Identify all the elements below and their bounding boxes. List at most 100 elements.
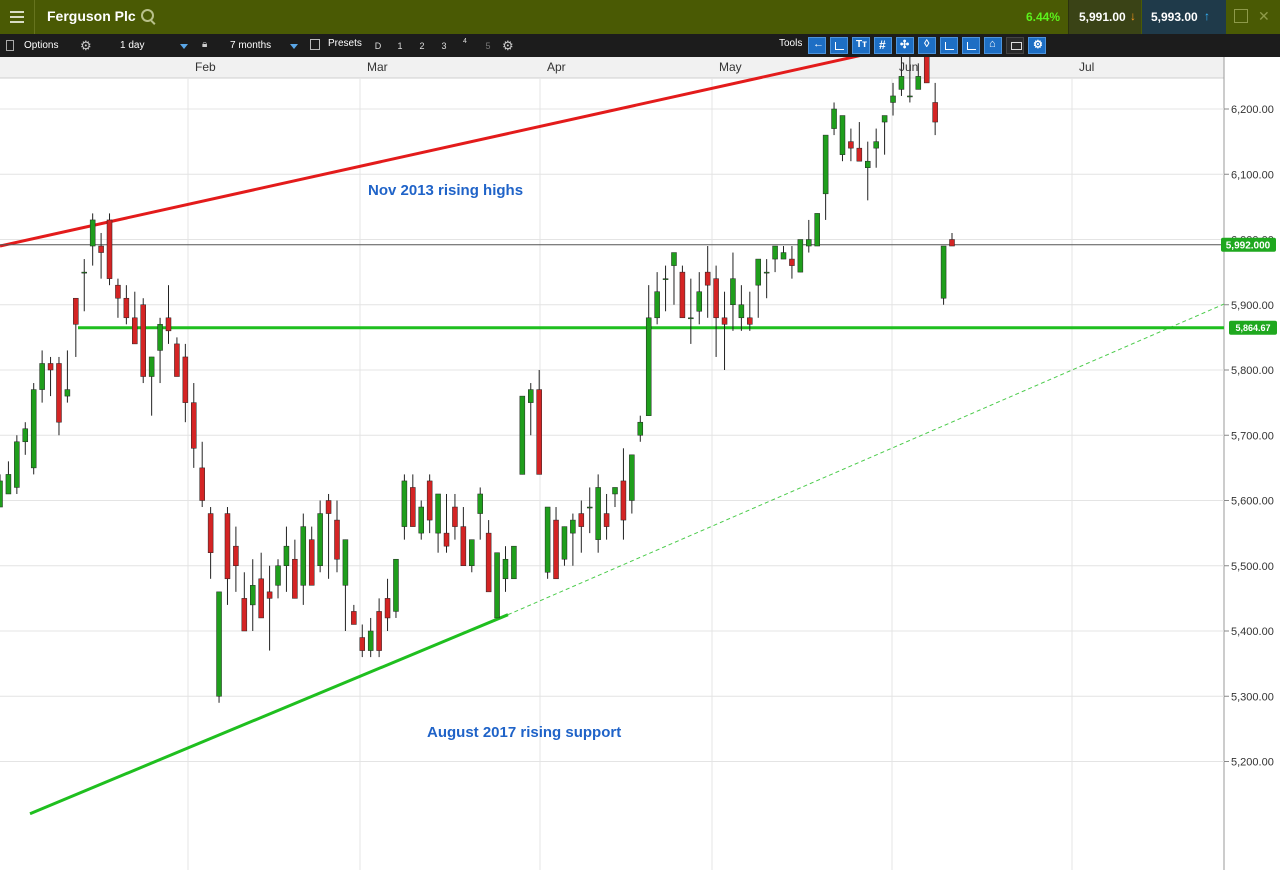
candle-body bbox=[148, 356, 155, 377]
options-doc-icon bbox=[6, 40, 14, 51]
tick-label: 6,100.00 bbox=[1231, 169, 1274, 181]
candle-body bbox=[317, 513, 323, 566]
candle-body bbox=[645, 317, 652, 416]
candle-body bbox=[688, 317, 694, 320]
options-gear-icon[interactable]: ⚙ bbox=[80, 38, 92, 54]
period-chevron-down-icon[interactable] bbox=[290, 44, 298, 49]
sell-button[interactable]: 5,991.00 ↓ bbox=[1068, 0, 1141, 34]
candle-body bbox=[806, 239, 812, 247]
candle-tool-icon[interactable]: ◊ bbox=[918, 37, 936, 54]
search-icon[interactable] bbox=[141, 9, 154, 22]
month-label: Jul bbox=[1079, 60, 1094, 74]
price-chart[interactable]: 5,200.00 5,300.00 5,400.00 5,500.00 5,600.00… bbox=[0, 57, 1280, 870]
tools-label: Tools bbox=[779, 38, 803, 49]
presets-gear-icon[interactable]: ⚙ bbox=[502, 38, 514, 54]
buy-arrow-icon: ↑ bbox=[1204, 9, 1210, 23]
candle-body bbox=[384, 598, 391, 619]
candle-body bbox=[47, 363, 54, 371]
candle-body bbox=[915, 76, 922, 90]
preset-d[interactable]: D bbox=[372, 38, 384, 53]
candle-body bbox=[334, 519, 340, 560]
preset-4[interactable]: 4 bbox=[459, 34, 471, 49]
options-button[interactable]: Options bbox=[24, 40, 58, 51]
candle-body bbox=[822, 134, 829, 195]
candle-body bbox=[679, 271, 686, 319]
candle-body bbox=[586, 506, 593, 509]
candle-body bbox=[393, 558, 399, 612]
candle-body bbox=[325, 500, 332, 514]
candle-body bbox=[22, 428, 29, 443]
candle-body bbox=[283, 545, 290, 566]
preset-1[interactable]: 1 bbox=[394, 38, 406, 53]
change-percent: 6.44% bbox=[1025, 10, 1060, 24]
text-tool-icon[interactable]: Tт bbox=[852, 37, 870, 54]
candle-body bbox=[207, 513, 214, 553]
candle-body bbox=[865, 160, 871, 168]
candle-body bbox=[73, 297, 79, 325]
grid-tool-icon[interactable]: # bbox=[874, 37, 892, 54]
preset-3[interactable]: 3 bbox=[438, 38, 450, 53]
candle-body bbox=[308, 539, 315, 586]
candle-body bbox=[249, 585, 256, 606]
month-label: Apr bbox=[547, 60, 566, 74]
print-icon[interactable] bbox=[1006, 37, 1024, 54]
candle-body bbox=[637, 421, 644, 436]
candle-body bbox=[443, 532, 450, 547]
candle-body bbox=[351, 611, 357, 625]
chart-toolbar: Options ⚙ 1 day 🔒︎ 7 months Presets D 1 … bbox=[0, 34, 1280, 57]
preset-2[interactable]: 2 bbox=[416, 38, 428, 53]
settings-tool-icon[interactable]: ⚙ bbox=[1028, 37, 1046, 54]
calendar-icon[interactable] bbox=[310, 39, 320, 50]
chart-background bbox=[0, 57, 1280, 870]
compare-tool-icon[interactable] bbox=[940, 37, 958, 54]
candle-body bbox=[258, 578, 264, 619]
candle-body bbox=[199, 467, 205, 501]
candle-body bbox=[401, 480, 408, 527]
candle-body bbox=[485, 532, 492, 593]
close-icon[interactable]: ✕ bbox=[1258, 8, 1270, 24]
candle-body bbox=[881, 115, 888, 123]
candle-body bbox=[5, 474, 12, 495]
candle-body bbox=[696, 291, 703, 312]
candle-body bbox=[56, 363, 62, 423]
month-label: Mar bbox=[367, 60, 388, 74]
curve-tool-icon[interactable] bbox=[830, 37, 848, 54]
candle-body bbox=[81, 271, 87, 274]
interval-select[interactable]: 1 day bbox=[120, 40, 144, 51]
candle-body bbox=[0, 480, 3, 508]
candle-body bbox=[940, 245, 947, 299]
crosshair-tool-icon[interactable]: ✣ bbox=[896, 37, 914, 54]
candle-body bbox=[949, 239, 955, 247]
buy-price: 5,993.00 bbox=[1151, 10, 1198, 24]
candle-body bbox=[856, 147, 863, 162]
candle-body bbox=[14, 441, 20, 488]
candle-body bbox=[233, 545, 239, 566]
candle-body bbox=[780, 252, 787, 260]
candle-body bbox=[553, 519, 559, 580]
interval-chevron-down-icon[interactable] bbox=[180, 44, 188, 49]
candle-body bbox=[502, 558, 509, 580]
fibonacci-tool-icon[interactable] bbox=[962, 37, 980, 54]
period-select[interactable]: 7 months bbox=[230, 40, 271, 51]
back-arrow-icon[interactable]: ← bbox=[808, 37, 826, 54]
candle-body bbox=[469, 539, 475, 566]
menu-icon[interactable] bbox=[0, 0, 35, 34]
candle-body bbox=[174, 343, 180, 377]
candle-body bbox=[216, 591, 222, 697]
candle-body bbox=[132, 317, 138, 345]
candle-body bbox=[359, 637, 366, 651]
candle-body bbox=[275, 565, 281, 586]
candle-body bbox=[738, 304, 745, 319]
candle-body bbox=[923, 57, 930, 84]
month-label: Feb bbox=[195, 60, 216, 74]
tick-label: 5,200.00 bbox=[1231, 757, 1274, 769]
candle-body bbox=[98, 245, 104, 253]
buy-button[interactable]: 5,993.00 ↑ bbox=[1142, 0, 1226, 34]
label-tool-icon[interactable]: ⌂ bbox=[984, 37, 1002, 54]
candle-body bbox=[730, 278, 736, 305]
lock-icon[interactable]: 🔒︎ bbox=[202, 39, 207, 50]
minimize-icon[interactable] bbox=[1234, 9, 1248, 23]
candle-body bbox=[460, 526, 467, 567]
candle-body bbox=[570, 519, 576, 534]
preset-5[interactable]: 5 bbox=[482, 38, 494, 53]
